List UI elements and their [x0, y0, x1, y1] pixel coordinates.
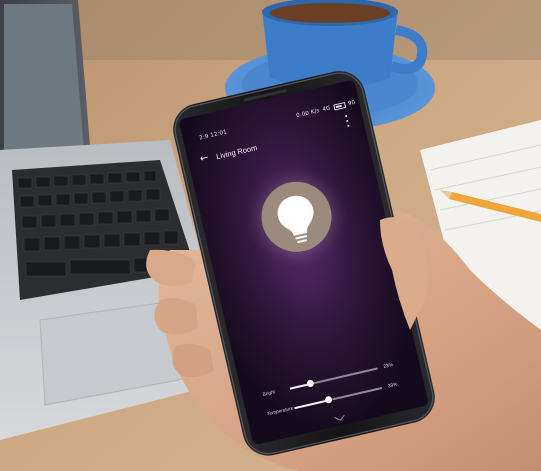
battery-level: 90 — [347, 99, 357, 108]
arrow-left-icon[interactable]: ← — [199, 152, 210, 165]
temperature-value: 39% — [387, 381, 398, 390]
brightness-label: Bright — [262, 389, 276, 398]
battery-icon — [332, 102, 346, 111]
lightbulb-icon — [277, 195, 314, 244]
signal-indicator: 4G — [321, 105, 332, 114]
temperature-slider-thumb[interactable] — [324, 395, 333, 405]
chevron-down-icon[interactable] — [332, 413, 347, 424]
brightness-value: 23% — [382, 362, 394, 370]
status-time: 2:9 12:01 — [198, 129, 228, 142]
temperature-label: Temperature — [266, 405, 295, 417]
network-speed: 0.00 K/s — [295, 107, 321, 120]
photo-scene: 2:9 12:01 0.00 K/s 4G 90 ← Living Room B… — [0, 0, 541, 471]
temperature-slider-fill — [294, 399, 329, 409]
brightness-slider-thumb[interactable] — [305, 379, 315, 389]
light-toggle-button[interactable] — [254, 174, 339, 259]
room-title: Living Room — [215, 142, 258, 161]
